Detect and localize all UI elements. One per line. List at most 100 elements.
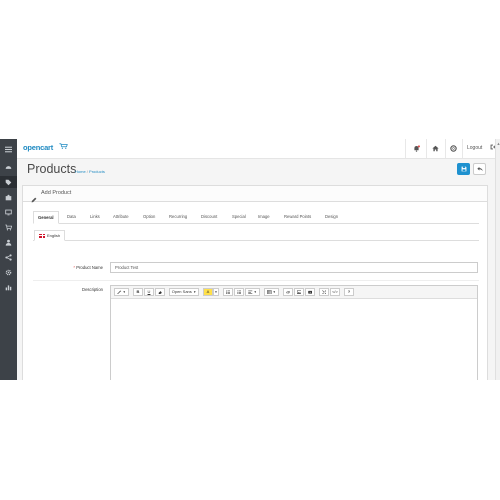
table-dropdown[interactable]: ▼: [264, 288, 279, 296]
save-icon: [461, 166, 466, 172]
cog-icon: [5, 269, 12, 275]
editor-toolbar: ▼ B U Open Sans ▼ A ▼ ▼ ▼ </> ?: [111, 286, 477, 299]
color-dropdown-toggle[interactable]: ▼: [213, 288, 219, 296]
puzzle-icon: [5, 194, 12, 200]
code-view-button[interactable]: </>: [330, 288, 340, 296]
desktop-icon: [5, 209, 12, 215]
uk-flag-icon: [39, 233, 45, 238]
tab-reward-points[interactable]: Reward Points: [284, 211, 311, 223]
divider: [426, 139, 427, 158]
tab-attribute[interactable]: Attribute: [113, 211, 129, 223]
page-title: Products: [27, 162, 77, 176]
tab-image[interactable]: Image: [258, 211, 270, 223]
tag-icon: [5, 179, 12, 185]
sidebar-item-system[interactable]: [0, 266, 17, 278]
editor-help-button[interactable]: ?: [344, 288, 354, 296]
user-icon: [5, 239, 12, 246]
page-scrollbar[interactable]: ▲: [495, 139, 500, 380]
sidebar-item-marketing[interactable]: [0, 251, 17, 263]
clear-format-button[interactable]: [155, 288, 165, 296]
description-editor[interactable]: ▼ B U Open Sans ▼ A ▼ ▼ ▼ </> ?: [110, 285, 478, 380]
bold-button[interactable]: B: [133, 288, 143, 296]
tab-discount[interactable]: Discount: [201, 211, 217, 223]
divider: [445, 139, 446, 158]
fullscreen-button[interactable]: [319, 288, 329, 296]
panel-heading: Add Product: [23, 186, 487, 203]
divider: [405, 139, 406, 158]
cart-icon: [5, 224, 12, 230]
product-tabs: General Data Links Attribute Option Recu…: [33, 211, 479, 224]
sidebar-item-reports[interactable]: [0, 281, 17, 293]
save-button[interactable]: [457, 163, 470, 175]
caret-down-icon: ▼: [272, 289, 276, 294]
top-navbar: opencart Logout: [17, 139, 496, 159]
store-home-button[interactable]: [430, 143, 440, 153]
breadcrumb: Home / Products: [75, 169, 105, 174]
style-dropdown-button[interactable]: ▼: [114, 288, 129, 296]
description-label: Description: [82, 287, 103, 292]
product-name-input[interactable]: Product Test: [110, 262, 478, 273]
menu-icon: [5, 146, 12, 152]
breadcrumb-products[interactable]: Products: [89, 169, 105, 174]
ordered-list-button[interactable]: [234, 288, 244, 296]
breadcrumb-separator: /: [86, 169, 88, 174]
breadcrumb-home[interactable]: Home: [75, 169, 86, 174]
reply-icon: [476, 166, 483, 172]
image-icon: [296, 290, 302, 294]
tab-general[interactable]: General: [33, 211, 59, 224]
table-icon: [267, 289, 272, 295]
add-product-panel: Add Product General Data Links Attribute…: [22, 185, 488, 380]
underline-button[interactable]: U: [144, 288, 154, 296]
tab-option[interactable]: Option: [143, 211, 155, 223]
caret-down-icon: ▼: [253, 289, 257, 294]
admin-window: opencart Logout ▲ Products Home / Produc…: [0, 139, 500, 380]
eraser-icon: [158, 290, 163, 294]
sidebar-item-customers[interactable]: [0, 236, 17, 248]
language-tab-english[interactable]: English: [34, 230, 66, 241]
sidebar-item-extensions[interactable]: [0, 191, 17, 203]
sidebar-item-design[interactable]: [0, 206, 17, 218]
sidebar-item-dashboard[interactable]: [0, 161, 17, 173]
product-name-label-text: Product Name: [76, 265, 103, 270]
product-name-label: * Product Name: [23, 265, 103, 270]
required-marker: *: [73, 265, 76, 270]
language-tab-label: English: [47, 232, 61, 238]
pencil-icon: [31, 190, 37, 203]
sidebar-menu-toggle[interactable]: [0, 143, 17, 155]
expand-icon: [321, 289, 327, 295]
list-ol-icon: [236, 290, 242, 294]
sidebar: [0, 139, 17, 380]
insert-link-button[interactable]: [283, 288, 293, 296]
sidebar-item-sales[interactable]: [0, 221, 17, 233]
share-icon: [5, 253, 12, 261]
scroll-up-arrow[interactable]: ▲: [496, 141, 500, 146]
logout-link[interactable]: Logout: [467, 145, 482, 151]
unordered-list-button[interactable]: [223, 288, 233, 296]
list-ul-icon: [225, 290, 231, 294]
tab-design[interactable]: Design: [325, 211, 338, 223]
opencart-logo[interactable]: opencart: [23, 143, 53, 152]
notifications-button[interactable]: [411, 143, 421, 153]
help-button[interactable]: [448, 143, 458, 153]
bar-chart-icon: [5, 284, 12, 290]
tab-links[interactable]: Links: [90, 211, 100, 223]
paragraph-align-dropdown[interactable]: ▼: [245, 288, 260, 296]
sidebar-item-catalog[interactable]: [0, 176, 17, 188]
insert-image-button[interactable]: [294, 288, 304, 296]
highlight-color-button[interactable]: A: [203, 288, 213, 296]
language-tabs: English: [33, 230, 479, 241]
insert-video-button[interactable]: [305, 288, 315, 296]
form-row-divider: [33, 280, 479, 281]
panel-title: Add Product: [41, 190, 72, 196]
dashboard-icon: [5, 165, 12, 169]
tab-recurring[interactable]: Recurring: [169, 211, 187, 223]
align-left-icon: [248, 290, 253, 294]
tab-data[interactable]: Data: [67, 211, 76, 223]
font-family-dropdown[interactable]: Open Sans ▼: [169, 288, 199, 296]
tab-special[interactable]: Special: [232, 211, 246, 223]
home-icon: [431, 145, 439, 151]
link-icon: [286, 290, 290, 294]
video-icon: [307, 290, 313, 294]
back-button[interactable]: [473, 163, 486, 175]
caret-down-icon: ▼: [214, 289, 218, 294]
